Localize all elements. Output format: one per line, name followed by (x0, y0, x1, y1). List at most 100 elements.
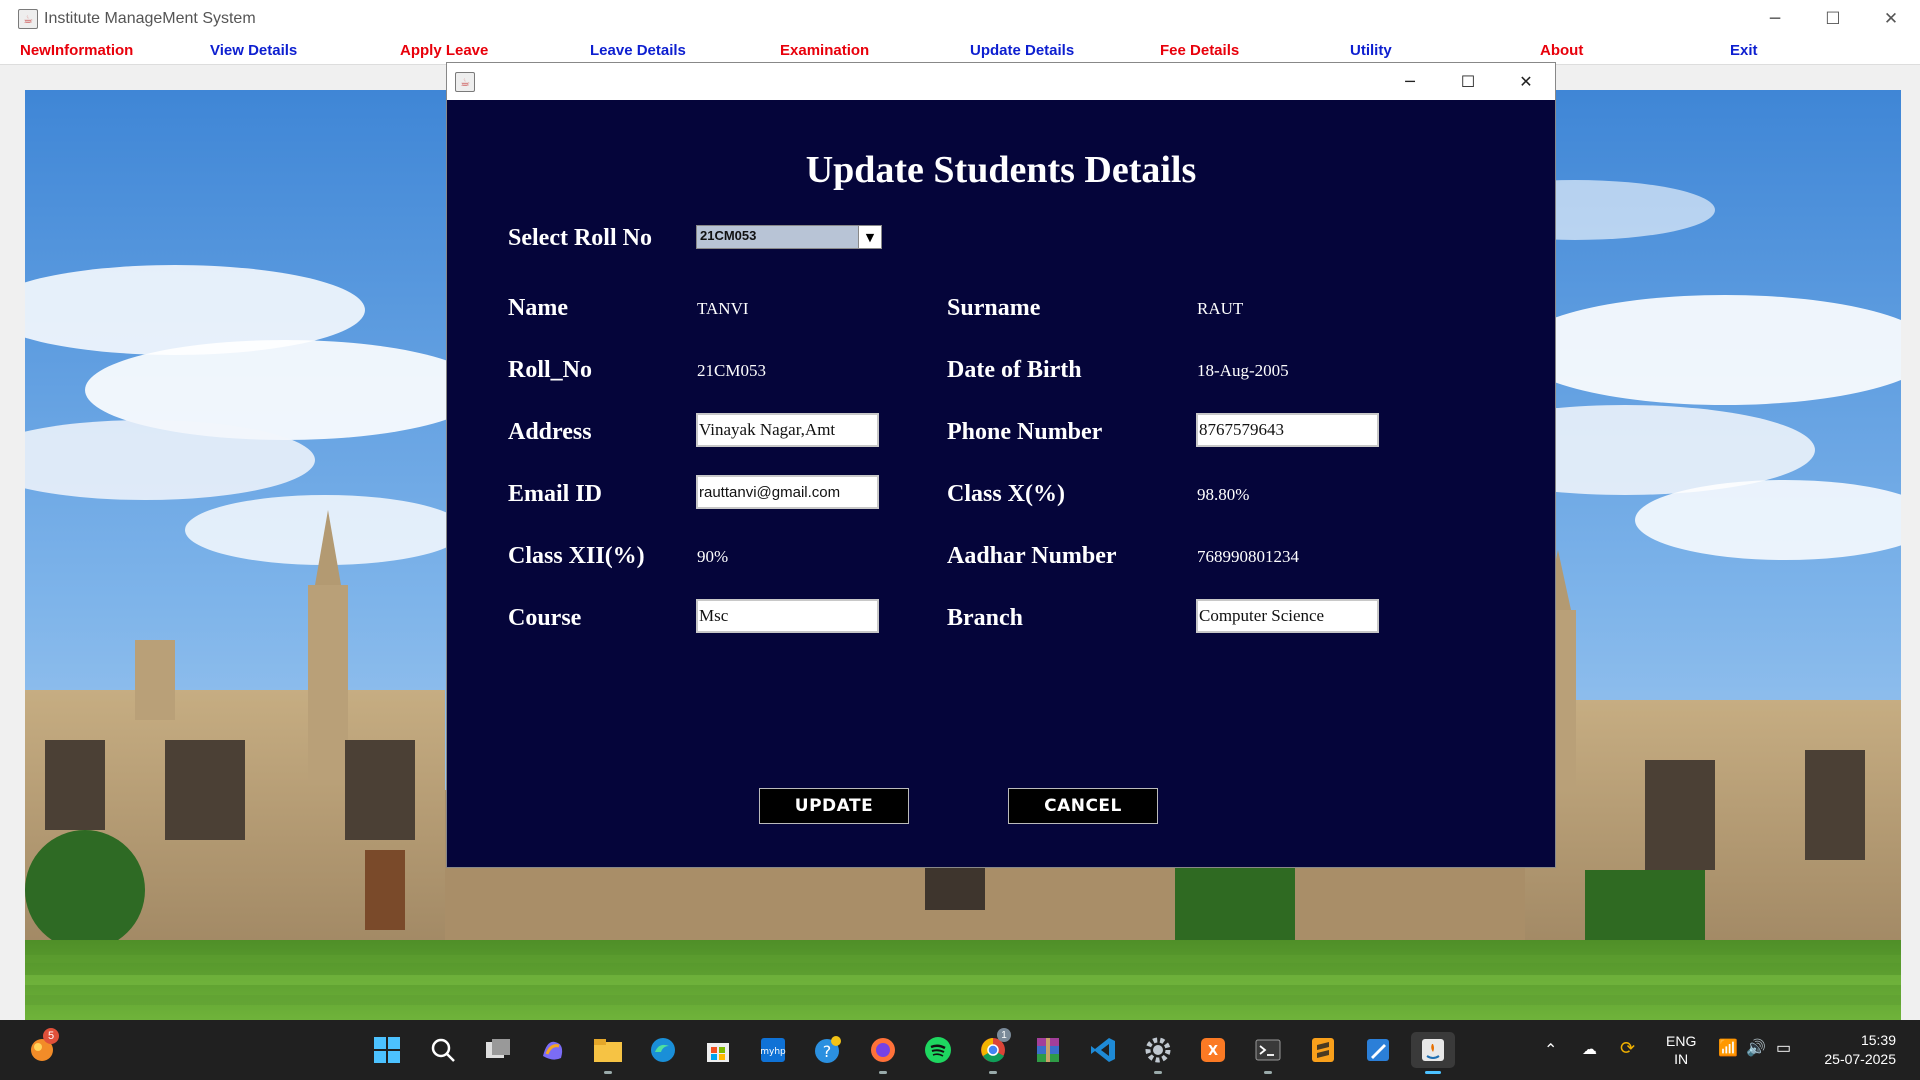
email-field[interactable]: rauttanvi@gmail.com (696, 475, 879, 509)
menu-fee-details[interactable]: Fee Details (1160, 42, 1239, 59)
course-label: Course (508, 605, 582, 631)
wifi-icon[interactable]: 📶 (1718, 1038, 1738, 1058)
copilot-icon[interactable] (535, 1032, 571, 1068)
myhp-icon[interactable]: myhp (755, 1032, 791, 1068)
java-icon[interactable] (1411, 1032, 1455, 1074)
running-indicator (989, 1071, 997, 1074)
name-label: Name (508, 295, 568, 321)
dialog-close-button[interactable]: ✕ (1497, 63, 1555, 100)
dialog-window-controls: ─ ☐ ✕ (1381, 63, 1555, 100)
menu-exit[interactable]: Exit (1730, 42, 1758, 59)
minimize-button[interactable]: ─ (1746, 0, 1804, 38)
help-icon[interactable]: ? (810, 1032, 846, 1068)
firefox-icon[interactable] (865, 1032, 901, 1074)
address-field[interactable]: Vinayak Nagar,Amt (696, 413, 879, 447)
sync-icon[interactable]: ⟳ (1620, 1038, 1635, 1059)
java-app-icon: ☕ (455, 72, 475, 92)
window-title: Institute ManageMent System (44, 10, 256, 27)
weather-widget-icon[interactable]: 5 (24, 1028, 60, 1068)
sublime-icon[interactable] (1305, 1032, 1341, 1068)
clock[interactable]: 15:39 25-07-2025 (1812, 1031, 1896, 1069)
taskbar: 5 myhp ? 1 X ⌃ ☁ ⟳ ENG IN 📶 🔊 ▭ 15:39 25… (0, 1020, 1920, 1080)
xampp-icon[interactable]: X (1195, 1032, 1231, 1068)
language-code: ENG (1666, 1033, 1697, 1049)
menu-utility[interactable]: Utility (1350, 42, 1392, 59)
menu-apply-leave[interactable]: Apply Leave (400, 42, 488, 59)
phone-label: Phone Number (947, 419, 1103, 445)
java-app-icon: ☕ (18, 9, 38, 29)
menu-bar: NewInformation View Details Apply Leave … (0, 38, 1920, 65)
class-x-label: Class X(%) (947, 481, 1065, 507)
roll-no-label: Roll_No (508, 357, 592, 383)
edge-icon[interactable] (645, 1032, 681, 1068)
main-window-controls: ─ ☐ ✕ (1746, 0, 1920, 38)
running-indicator (1264, 1071, 1272, 1074)
branch-label: Branch (947, 605, 1024, 631)
maximize-button[interactable]: ☐ (1804, 0, 1862, 38)
update-button[interactable]: UPDATE (759, 788, 909, 824)
roll-no-select-value: 21CM053 (700, 228, 757, 243)
roll-no-value: 21CM053 (697, 361, 766, 380)
search-icon[interactable] (425, 1032, 461, 1068)
select-roll-label: Select Roll No (508, 225, 652, 251)
language-indicator[interactable]: ENG IN (1666, 1032, 1696, 1068)
menu-examination[interactable]: Examination (780, 42, 869, 59)
phone-field[interactable]: 8767579643 (1196, 413, 1379, 447)
menu-about[interactable]: About (1540, 42, 1583, 59)
menu-leave-details[interactable]: Leave Details (590, 42, 686, 59)
paint-icon[interactable] (1360, 1032, 1396, 1068)
clock-date: 25-07-2025 (1824, 1051, 1896, 1067)
aadhar-label: Aadhar Number (947, 543, 1117, 569)
update-student-dialog: ☕ ─ ☐ ✕ Update Students Details Select R… (446, 62, 1556, 868)
dob-label: Date of Birth (947, 357, 1082, 383)
region-code: IN (1674, 1051, 1689, 1067)
aadhar-value: 768990801234 (1197, 547, 1299, 566)
class-x-value: 98.80% (1197, 485, 1250, 504)
surname-label: Surname (947, 295, 1041, 321)
settings-icon[interactable] (1140, 1032, 1176, 1074)
chevron-up-icon[interactable]: ⌃ (1544, 1040, 1557, 1060)
dob-value: 18-Aug-2005 (1197, 361, 1289, 380)
svg-text:myhp: myhp (760, 1047, 786, 1057)
roll-no-select[interactable]: 21CM053 ▼ (696, 225, 882, 249)
menu-new-information[interactable]: NewInformation (20, 42, 133, 59)
file-explorer-icon[interactable] (590, 1032, 626, 1074)
notification-badge: 5 (43, 1028, 59, 1044)
close-button[interactable]: ✕ (1862, 0, 1920, 38)
start-icon[interactable] (369, 1032, 405, 1068)
volume-icon[interactable]: 🔊 (1746, 1038, 1766, 1058)
chevron-down-icon[interactable]: ▼ (858, 226, 881, 248)
active-indicator (1425, 1071, 1441, 1074)
branch-field[interactable]: Computer Science (1196, 599, 1379, 633)
store-icon[interactable] (700, 1032, 736, 1068)
spotify-icon[interactable] (920, 1032, 956, 1068)
menu-view-details[interactable]: View Details (210, 42, 297, 59)
cloud-offline-icon[interactable]: ☁ (1582, 1040, 1597, 1058)
email-label: Email ID (508, 481, 603, 507)
course-field[interactable]: Msc (696, 599, 879, 633)
running-indicator (879, 1071, 887, 1074)
class-xii-label: Class XII(%) (508, 543, 645, 569)
chrome-icon[interactable]: 1 (975, 1028, 1011, 1074)
surname-value: RAUT (1197, 299, 1244, 318)
battery-icon[interactable]: ▭ (1776, 1038, 1791, 1058)
terminal-icon[interactable] (1250, 1032, 1286, 1074)
vscode-icon[interactable] (1085, 1032, 1121, 1068)
dialog-minimize-button[interactable]: ─ (1381, 63, 1439, 100)
system-tray: ⌃ ☁ ⟳ ENG IN 📶 🔊 ▭ 15:39 25-07-2025 (1540, 1020, 1920, 1080)
menu-update-details[interactable]: Update Details (970, 42, 1074, 59)
svg-text:X: X (1208, 1044, 1218, 1059)
cancel-button[interactable]: CANCEL (1008, 788, 1158, 824)
dialog-title-bar: ☕ ─ ☐ ✕ (447, 63, 1555, 100)
name-value: TANVI (697, 299, 749, 318)
running-indicator (1154, 1071, 1162, 1074)
main-title-bar: ☕ Institute ManageMent System ─ ☐ ✕ (0, 0, 1920, 38)
running-indicator (604, 1071, 612, 1074)
class-xii-value: 90% (697, 547, 729, 566)
clock-time: 15:39 (1860, 1032, 1896, 1048)
address-label: Address (508, 419, 592, 445)
svg-text:?: ? (823, 1042, 832, 1061)
task-view-icon[interactable] (480, 1032, 516, 1068)
winrar-icon[interactable] (1030, 1032, 1066, 1068)
dialog-maximize-button[interactable]: ☐ (1439, 63, 1497, 100)
